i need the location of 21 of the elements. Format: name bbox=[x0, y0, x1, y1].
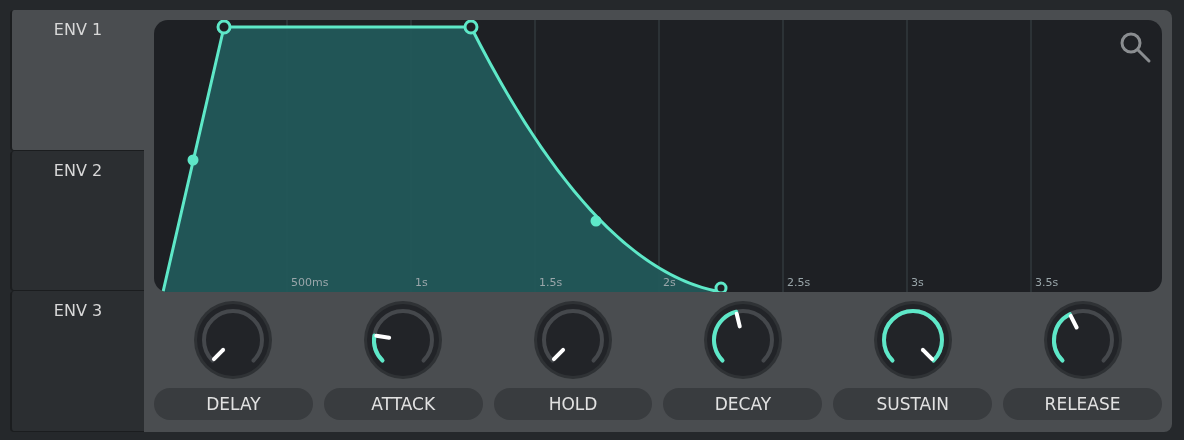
envelope-tab[interactable]: ENV 1 bbox=[10, 10, 144, 151]
knob-label: HOLD bbox=[493, 388, 653, 420]
time-label: 2.5s bbox=[787, 276, 811, 289]
knob-label: RELEASE bbox=[1003, 388, 1162, 420]
time-label: 3s bbox=[911, 276, 924, 289]
time-label: 500ms bbox=[291, 276, 329, 289]
search-icon[interactable] bbox=[1118, 30, 1152, 64]
knob-label: SUSTAIN bbox=[833, 388, 993, 420]
time-label: 1.5s bbox=[539, 276, 563, 289]
time-label: 2s bbox=[663, 276, 676, 289]
knob[interactable] bbox=[363, 300, 444, 380]
envelope-tab[interactable]: ENV 3 bbox=[10, 291, 144, 432]
knob[interactable] bbox=[1042, 300, 1123, 380]
time-label: 1s bbox=[415, 276, 428, 289]
time-label: 3.5s bbox=[1035, 276, 1059, 289]
knob-label: ATTACK bbox=[323, 388, 483, 420]
knob-label: DECAY bbox=[663, 388, 823, 420]
knob[interactable] bbox=[702, 300, 783, 380]
knob-label: DELAY bbox=[154, 388, 313, 420]
envelope-tab[interactable]: ENV 2 bbox=[10, 150, 144, 292]
knob[interactable] bbox=[872, 300, 953, 380]
